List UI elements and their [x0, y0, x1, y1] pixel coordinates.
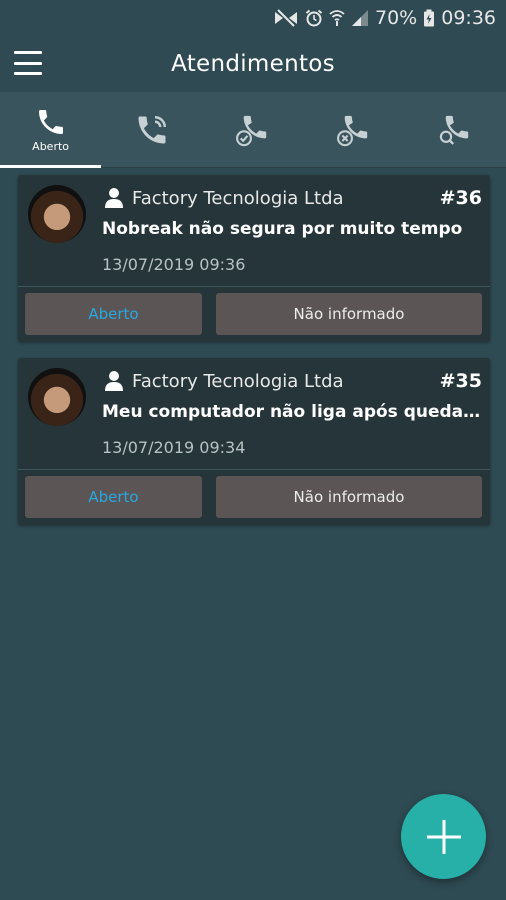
- company-name: Factory Tecnologia Ltda: [132, 370, 344, 392]
- app-bar: Atendimentos: [0, 36, 506, 92]
- status-badge[interactable]: Aberto: [25, 476, 202, 518]
- tab-label: Aberto: [32, 140, 70, 153]
- clock: 09:36: [441, 7, 496, 29]
- add-ticket-button[interactable]: [401, 794, 486, 879]
- mute-icon: [275, 9, 297, 27]
- divider: [18, 469, 490, 470]
- person-icon: [105, 371, 123, 391]
- hamburger-menu-icon[interactable]: [14, 49, 42, 77]
- phone-check-icon: [236, 115, 267, 146]
- alarm-icon: [305, 9, 323, 27]
- ticket-header: Factory Tecnologia Ltda #35: [104, 368, 482, 394]
- phone-icon: [38, 110, 63, 134]
- page-title: Atendimentos: [171, 51, 335, 77]
- avatar: [28, 368, 86, 426]
- person-icon: [105, 188, 123, 208]
- ticket-card[interactable]: Factory Tecnologia Ltda #36 Nobreak não …: [18, 175, 490, 342]
- ticket-card[interactable]: Factory Tecnologia Ltda #35 Meu computad…: [18, 358, 490, 525]
- tab-em-atendimento[interactable]: [101, 92, 202, 167]
- priority-badge[interactable]: Não informado: [216, 476, 482, 518]
- ticket-number: #35: [439, 370, 482, 392]
- ticket-subject: Nobreak não segura por muito tempo: [102, 219, 463, 239]
- phone-search-icon: [440, 115, 469, 145]
- wifi-icon: [329, 10, 345, 26]
- phone-cancel-icon: [337, 115, 368, 146]
- ticket-number: #36: [439, 187, 482, 209]
- ticket-list: Factory Tecnologia Ltda #36 Nobreak não …: [18, 175, 490, 541]
- ticket-header: Factory Tecnologia Ltda #36: [104, 185, 482, 211]
- status-bar: 70% 09:36: [0, 0, 506, 36]
- ticket-date: 13/07/2019 09:36: [102, 255, 246, 274]
- tab-bar: Aberto: [0, 92, 506, 168]
- tab-pesquisar[interactable]: [405, 92, 506, 167]
- tab-concluido[interactable]: [202, 92, 303, 167]
- avatar: [28, 185, 86, 243]
- priority-badge[interactable]: Não informado: [216, 293, 482, 335]
- signal-icon: [352, 10, 368, 26]
- tab-cancelado[interactable]: [304, 92, 405, 167]
- battery-icon: [424, 9, 435, 27]
- phone-ringing-icon: [138, 115, 166, 143]
- divider: [18, 286, 490, 287]
- plus-icon: [426, 819, 461, 854]
- ticket-subject: Meu computador não liga após queda de...: [102, 402, 482, 422]
- ticket-date: 13/07/2019 09:34: [102, 438, 246, 457]
- company-name: Factory Tecnologia Ltda: [132, 187, 344, 209]
- status-badge[interactable]: Aberto: [25, 293, 202, 335]
- battery-percent: 70%: [375, 7, 418, 29]
- tab-aberto[interactable]: Aberto: [0, 92, 102, 168]
